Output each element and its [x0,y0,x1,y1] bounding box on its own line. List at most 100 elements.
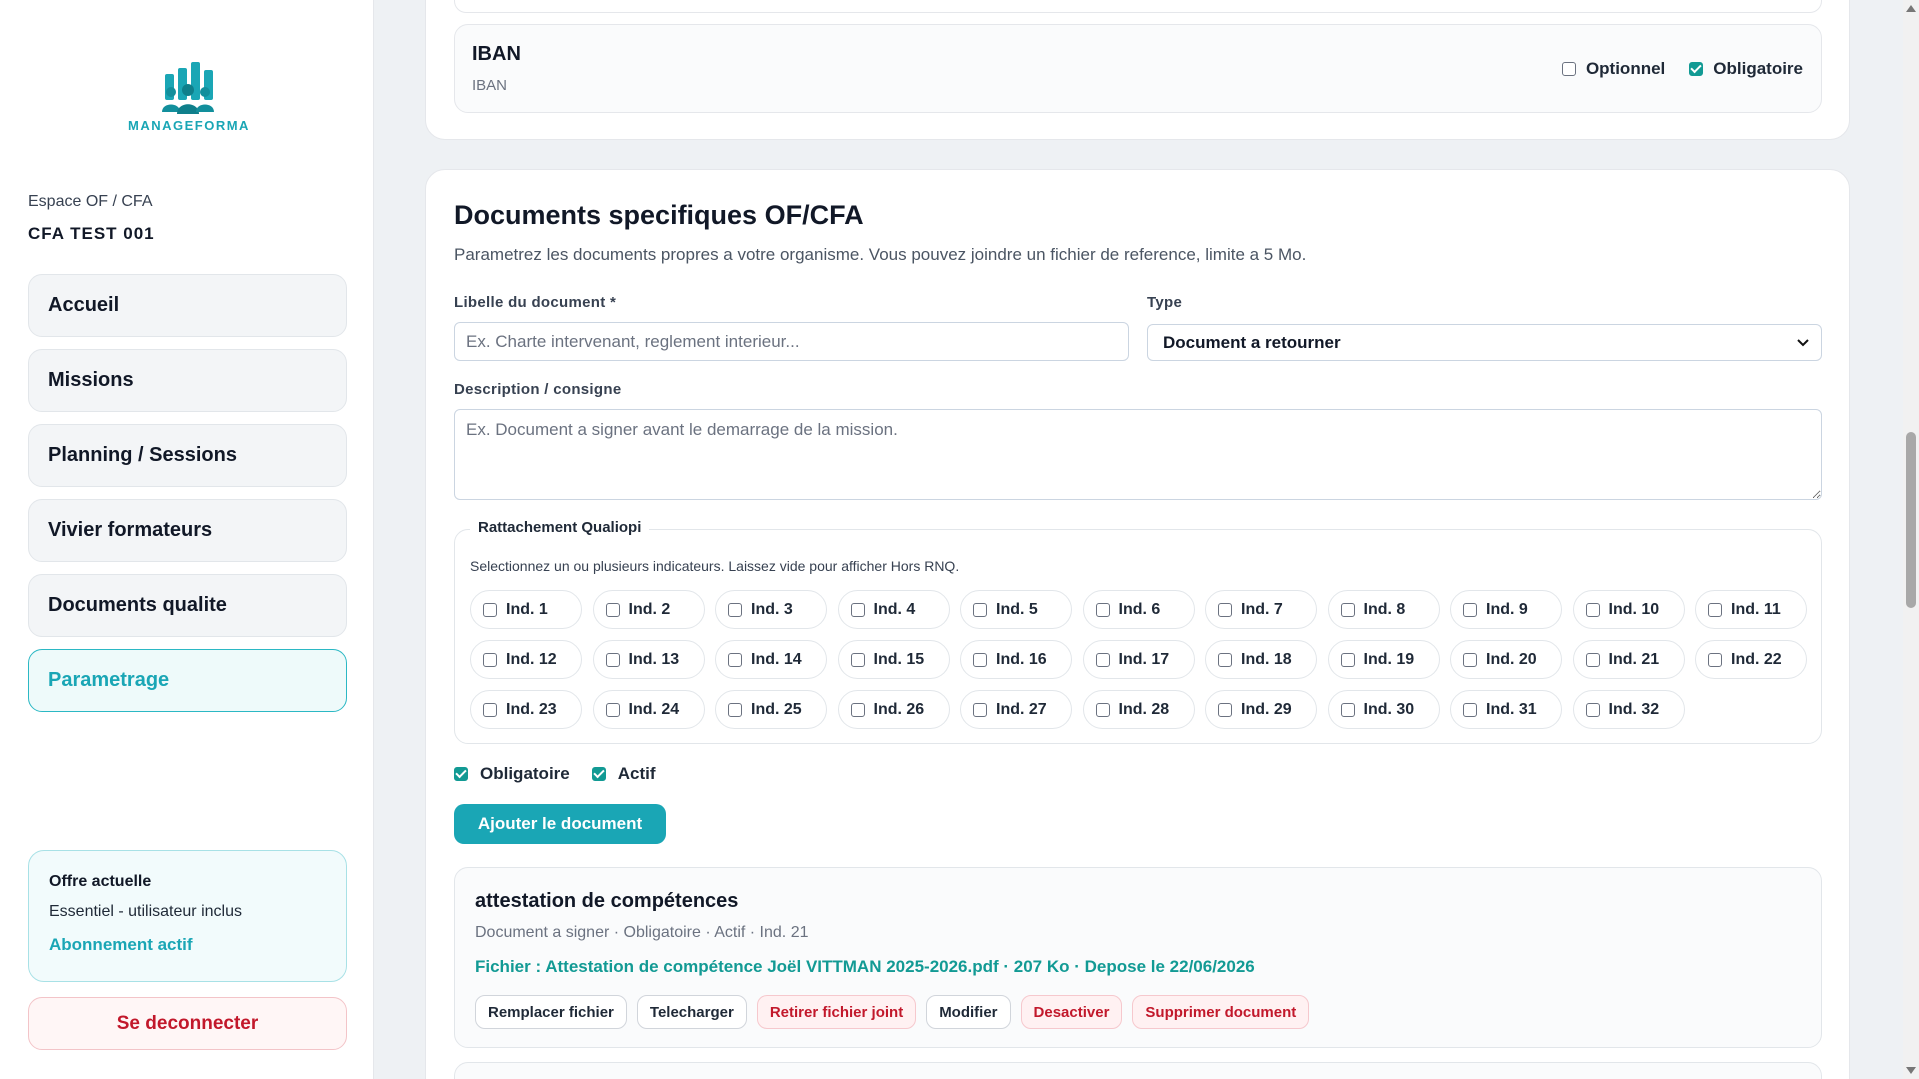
qualiopi-indicator-checkbox[interactable]: Ind. 24 [592,690,705,729]
checkbox-box[interactable] [1689,62,1704,76]
remove-attachment-button[interactable]: Retirer fichier joint [756,995,917,1029]
checkbox-box[interactable] [1095,602,1110,617]
sidebar-item-accueil[interactable]: Accueil [28,274,347,337]
checkbox-box[interactable] [1708,652,1722,667]
checkbox-box[interactable] [1463,702,1477,717]
checkbox-box[interactable] [850,652,865,667]
checkbox-box[interactable] [1561,62,1576,76]
qualiopi-indicator-checkbox[interactable]: Ind. 10 [1572,590,1685,629]
deactivate-button[interactable]: Desactiver [1020,995,1123,1029]
qualiopi-indicator-checkbox[interactable]: Ind. 16 [960,640,1072,679]
checkbox-box[interactable] [1585,602,1600,617]
qualiopi-indicator-checkbox[interactable]: Ind. 4 [837,590,950,629]
sidebar-item-missions[interactable]: Missions [28,349,347,412]
qualiopi-indicator-checkbox[interactable]: Ind. 8 [1327,590,1440,629]
checkbox-box[interactable] [1218,702,1232,717]
qualiopi-indicator-checkbox[interactable]: Ind. 18 [1205,640,1317,679]
add-document-button[interactable]: Ajouter le document [454,804,666,844]
sidebar-item-documents-qualite[interactable]: Documents qualite [28,574,347,637]
qualiopi-indicator-checkbox[interactable]: Ind. 26 [837,690,950,729]
sidebar-item-parametrage[interactable]: Parametrage [28,649,347,712]
qualiopi-indicator-checkbox[interactable]: Ind. 31 [1450,690,1562,729]
checkbox-box[interactable] [1095,702,1110,717]
qualiopi-indicator-checkbox[interactable]: Ind. 6 [1082,590,1195,629]
checkbox-box[interactable] [1463,602,1477,617]
mandatory-checkbox[interactable]: Obligatoire [454,764,570,784]
sidebar-item-planning[interactable]: Planning / Sessions [28,424,347,487]
optional-checkbox[interactable]: Optionnel [1561,59,1665,79]
checkbox-box[interactable] [850,702,865,717]
download-button[interactable]: Telecharger [636,995,747,1029]
checkbox-box[interactable] [1463,652,1477,667]
scrollbar-thumb[interactable] [1906,432,1916,608]
checkbox-box[interactable] [850,602,865,617]
edit-button[interactable]: Modifier [926,995,1011,1029]
qualiopi-indicator-checkbox[interactable]: Ind. 9 [1450,590,1562,629]
checkbox-box[interactable] [728,602,742,617]
checkbox-box[interactable] [1340,652,1355,667]
qualiopi-indicator-checkbox[interactable]: Ind. 30 [1327,690,1440,729]
document-file-link[interactable]: Fichier : Attestation de compétence Joël… [475,957,1255,977]
mandatory-checkbox[interactable]: Obligatoire [1689,59,1803,79]
delete-document-button[interactable]: Supprimer document [1132,995,1310,1029]
checkbox-box[interactable] [1218,602,1232,617]
checkbox-box[interactable] [1340,702,1355,717]
qualiopi-indicator-checkbox[interactable]: Ind. 5 [960,590,1072,629]
qualiopi-indicator-checkbox[interactable]: Ind. 15 [837,640,950,679]
checkbox-box[interactable] [605,602,620,617]
description-textarea[interactable] [454,409,1822,500]
checkbox-box[interactable] [1095,652,1110,667]
document-label-input[interactable] [454,322,1129,361]
qualiopi-indicator-checkbox[interactable]: Ind. 28 [1082,690,1195,729]
checkbox-box[interactable] [1340,602,1355,617]
logout-button[interactable]: Se deconnecter [28,997,347,1050]
qualiopi-indicator-checkbox[interactable]: Ind. 22 [1695,640,1807,679]
qualiopi-indicator-checkbox[interactable]: Ind. 27 [960,690,1072,729]
checkbox-box[interactable] [605,652,620,667]
indicator-label: Ind. 29 [1241,700,1292,718]
qualiopi-indicator-checkbox[interactable]: Ind. 1 [470,590,582,629]
qualiopi-indicator-checkbox[interactable]: Ind. 13 [592,640,705,679]
checkbox-box[interactable] [483,652,497,667]
active-checkbox[interactable]: Actif [591,764,656,784]
type-select[interactable]: Document a retourner [1147,324,1822,361]
qualiopi-indicator-checkbox[interactable]: Ind. 29 [1205,690,1317,729]
active-label: Actif [617,764,656,783]
checkbox-box[interactable] [483,702,497,717]
checkbox-box[interactable] [1708,602,1722,617]
qualiopi-indicator-checkbox[interactable]: Ind. 25 [715,690,827,729]
replace-file-button[interactable]: Remplacer fichier [475,995,627,1029]
checkbox-box[interactable] [973,652,987,667]
checkbox-box[interactable] [973,702,987,717]
qualiopi-indicator-checkbox[interactable]: Ind. 23 [470,690,582,729]
checkbox-box[interactable] [591,767,606,781]
qualiopi-indicator-checkbox[interactable]: Ind. 3 [715,590,827,629]
checkbox-box[interactable] [1585,702,1600,717]
checkbox-box[interactable] [483,602,497,617]
qualiopi-indicator-checkbox[interactable]: Ind. 17 [1082,640,1195,679]
checkbox-box[interactable] [728,652,742,667]
sidebar-item-vivier[interactable]: Vivier formateurs [28,499,347,562]
qualiopi-indicator-checkbox[interactable]: Ind. 21 [1572,640,1685,679]
checkbox-box[interactable] [605,702,620,717]
document-label-label: Libelle du document * [454,294,617,311]
checkbox-box[interactable] [1218,652,1232,667]
app-logo[interactable]: MANAGEFORMA [128,60,248,133]
qualiopi-indicator-checkbox[interactable]: Ind. 12 [470,640,582,679]
checkbox-box[interactable] [1585,652,1600,667]
subscription-status[interactable]: Abonnement actif [49,935,326,955]
qualiopi-indicator-checkbox[interactable]: Ind. 19 [1327,640,1440,679]
scroll-down-arrow-icon[interactable] [1906,1067,1916,1074]
qualiopi-indicator-checkbox[interactable]: Ind. 14 [715,640,827,679]
vertical-scrollbar[interactable] [1903,0,1919,1079]
sidebar-item-label: Vivier formateurs [48,519,213,541]
qualiopi-indicator-checkbox[interactable]: Ind. 32 [1572,690,1685,729]
qualiopi-indicator-checkbox[interactable]: Ind. 7 [1205,590,1317,629]
qualiopi-indicator-checkbox[interactable]: Ind. 20 [1450,640,1562,679]
checkbox-box[interactable] [973,602,987,617]
checkbox-box[interactable] [728,702,742,717]
qualiopi-indicator-checkbox[interactable]: Ind. 11 [1695,590,1807,629]
scroll-up-arrow-icon[interactable] [1906,5,1916,12]
checkbox-box[interactable] [454,767,468,781]
qualiopi-indicator-checkbox[interactable]: Ind. 2 [592,590,705,629]
